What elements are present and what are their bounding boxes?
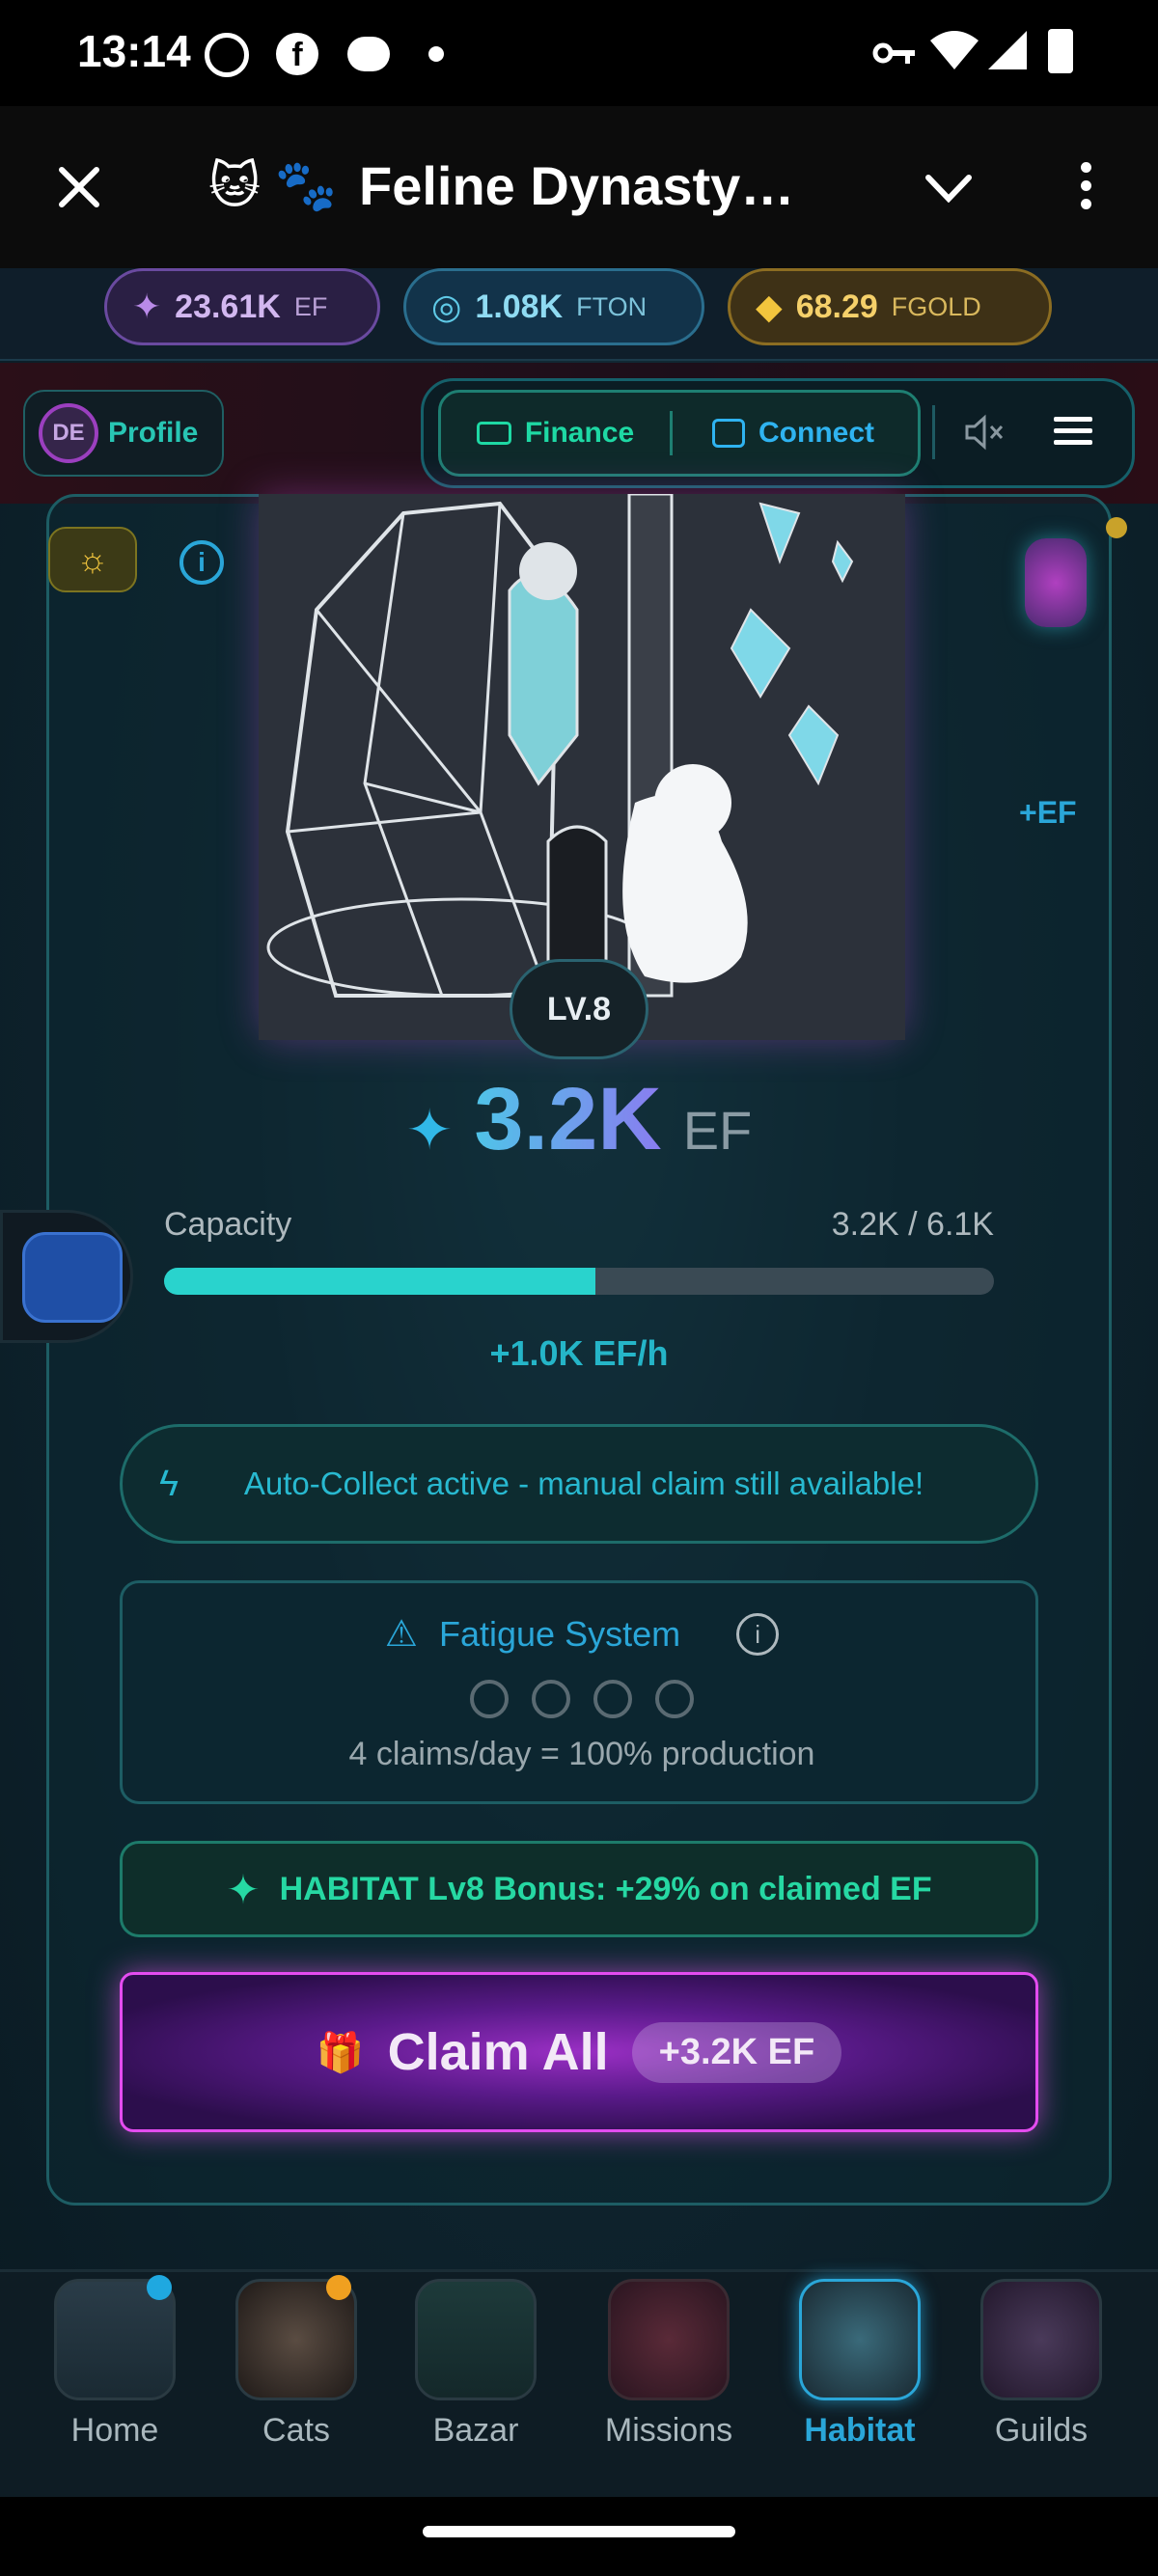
lightning-icon: ϟ	[159, 1463, 179, 1504]
fgold-value: 68.29	[795, 288, 878, 325]
tab-label: Home	[70, 2412, 159, 2449]
ef-unit: EF	[293, 291, 328, 321]
sparkle-icon: ✦	[405, 1099, 454, 1162]
claim-amount: +3.2K EF	[631, 2021, 842, 2083]
status-time: 13:14	[77, 26, 191, 76]
mute-icon[interactable]	[963, 413, 1006, 452]
fgold-unit: FGOLD	[891, 291, 981, 321]
theme-toggle-button[interactable]: ☼	[48, 527, 137, 592]
auto-collect-text: Auto-Collect active - manual claim still…	[243, 1466, 924, 1501]
badge-dot	[147, 2275, 172, 2300]
divider	[932, 405, 935, 459]
connect-button[interactable]: Connect	[673, 417, 914, 450]
capacity-bar	[164, 1268, 994, 1295]
ef-amount: ✦ 3.2K EF	[0, 1069, 1158, 1168]
warning-icon: ⚠	[384, 1614, 418, 1655]
habitat-icon	[799, 2279, 921, 2400]
claim-all-label: Claim All	[387, 2023, 609, 2081]
market-icon	[415, 2279, 537, 2400]
info-icon[interactable]: i	[736, 1612, 780, 1656]
tab-bazar[interactable]: Bazar	[403, 2275, 548, 2487]
status-bar: 13:14 f	[0, 0, 1158, 106]
fatigue-title: Fatigue System	[438, 1613, 681, 1654]
dot-icon	[428, 46, 444, 62]
whatsapp-icon	[205, 33, 249, 77]
cash-icon	[476, 422, 511, 445]
facebook-icon: f	[276, 33, 318, 75]
cat-character-icon[interactable]	[1025, 538, 1087, 627]
connect-label: Connect	[758, 417, 874, 449]
ef-amount-value: 3.2K	[474, 1070, 662, 1168]
guild-shield-icon	[980, 2279, 1102, 2400]
app-bar: 🐱 🐾 Feline Dynasty…	[0, 106, 1158, 268]
habitat-bonus-banner: ✦ HABITAT Lv8 Bonus: +29% on claimed EF	[120, 1841, 1038, 1937]
tab-home[interactable]: Home	[42, 2275, 187, 2487]
fatigue-panel: ⚠ Fatigue System i 4 claims/day = 100% p…	[120, 1580, 1038, 1804]
capacity-row: Capacity 3.2K / 6.1K	[164, 1206, 994, 1244]
screen: { "status": {"time": "13:14"}, "appbar":…	[0, 0, 1158, 2576]
wallet-icon	[712, 419, 745, 448]
sparkle-icon: ✦	[132, 287, 162, 326]
bonus-text: HABITAT Lv8 Bonus: +29% on claimed EF	[279, 1870, 932, 1907]
tab-label: Missions	[604, 2412, 733, 2449]
key-icon	[872, 42, 915, 64]
badge-dot	[326, 2275, 351, 2300]
home-indicator	[423, 2526, 735, 2537]
finance-button[interactable]: Finance	[441, 411, 673, 455]
tab-label: Cats	[262, 2412, 330, 2449]
claim-dot	[470, 1680, 509, 1718]
tab-label: Habitat	[804, 2412, 916, 2449]
tab-label: Guilds	[994, 2412, 1089, 2449]
avatar: DE	[39, 403, 98, 463]
gesture-bar	[0, 2497, 1158, 2576]
fgold-balance[interactable]: ◆ 68.29 FGOLD	[728, 268, 1052, 345]
finance-connect-group: Finance Connect	[438, 390, 921, 477]
ef-amount-unit: EF	[682, 1100, 753, 1161]
battery-icon	[1048, 29, 1073, 73]
info-icon[interactable]: i	[179, 540, 224, 585]
ef-balance[interactable]: ✦ 23.61K EF	[104, 268, 380, 345]
tab-missions[interactable]: Missions	[596, 2275, 741, 2487]
gem-icon: ◆	[756, 287, 783, 326]
close-icon[interactable]	[56, 164, 102, 210]
target-icon	[608, 2279, 730, 2400]
fton-value: 1.08K	[475, 288, 564, 325]
coins-icon: ◎	[431, 287, 462, 326]
tab-guilds[interactable]: Guilds	[969, 2275, 1114, 2487]
fton-balance[interactable]: ◎ 1.08K FTON	[403, 268, 704, 345]
tab-habitat[interactable]: Habitat	[787, 2275, 932, 2487]
level-badge: LV.8	[510, 959, 648, 1059]
signal-icon	[988, 31, 1027, 69]
production-rate: +1.0K EF/h	[489, 1333, 669, 1373]
more-menu-icon[interactable]	[1081, 162, 1092, 216]
shield-app-icon[interactable]	[0, 1210, 133, 1343]
claim-all-button[interactable]: 🎁 Claim All +3.2K EF	[120, 1972, 1038, 2132]
claim-dot	[593, 1680, 632, 1718]
profile-label: Profile	[108, 417, 199, 449]
capacity-value: 3.2K / 6.1K	[831, 1206, 994, 1243]
claim-dot	[532, 1680, 570, 1718]
tab-label: Bazar	[432, 2412, 519, 2449]
finance-label: Finance	[524, 417, 635, 449]
chat-icon	[347, 37, 390, 71]
claim-dot	[655, 1680, 694, 1718]
chevron-down-icon[interactable]	[924, 174, 973, 203]
gift-icon: 🎁	[316, 2031, 365, 2074]
sparkle-icon: ✦	[226, 1866, 261, 1912]
tab-cats[interactable]: Cats	[224, 2275, 369, 2487]
app-emoji: 🐱 🐾	[208, 158, 338, 214]
ef-value: 23.61K	[175, 288, 281, 325]
plus-ef-floating: +EF	[1019, 795, 1077, 830]
auto-collect-notice: ϟ Auto-Collect active - manual claim sti…	[120, 1424, 1038, 1544]
fatigue-text: 4 claims/day = 100% production	[348, 1736, 815, 1772]
claim-dots	[123, 1680, 1041, 1718]
capacity-label: Capacity	[164, 1206, 292, 1243]
capacity-fill	[164, 1268, 596, 1295]
fton-unit: FTON	[576, 291, 648, 321]
profile-button[interactable]: DE Profile	[23, 390, 224, 477]
wifi-icon	[930, 31, 979, 69]
notification-dot	[1106, 517, 1127, 538]
app-title: Feline Dynasty…	[359, 155, 795, 216]
hamburger-menu-icon[interactable]	[1054, 417, 1092, 446]
